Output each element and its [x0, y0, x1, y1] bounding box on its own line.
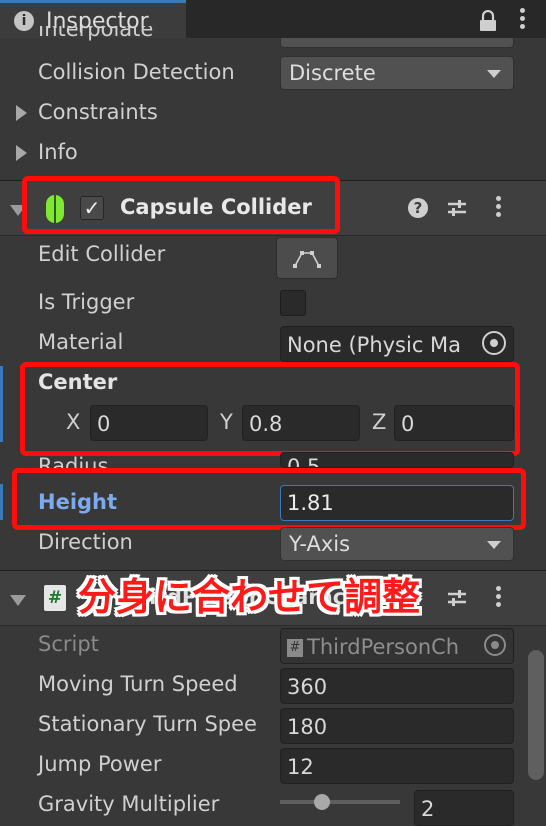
- csharp-script-icon: #: [44, 585, 66, 611]
- chevron-down-icon: [487, 70, 501, 78]
- highlight-center: [20, 362, 520, 456]
- slider-handle[interactable]: [314, 794, 330, 810]
- moving-turn-speed-label: Moving Turn Speed: [38, 672, 238, 696]
- help-icon[interactable]: ?: [408, 198, 428, 218]
- stationary-turn-speed-label: Stationary Turn Spee: [38, 712, 257, 736]
- info-foldout[interactable]: Info: [38, 140, 78, 164]
- object-picker-icon: [484, 634, 506, 656]
- foldout-arrow-icon[interactable]: [16, 145, 27, 161]
- is-trigger-checkbox[interactable]: [280, 290, 306, 316]
- jump-power-field[interactable]: 12: [280, 748, 514, 784]
- collision-detection-label: Collision Detection: [38, 60, 235, 84]
- scrollbar-thumb[interactable]: [528, 650, 544, 780]
- script-field: # ThirdPersonCh: [280, 628, 514, 664]
- highlight-capsule-collider: [22, 176, 340, 234]
- interpolate-dropdown[interactable]: [280, 38, 514, 48]
- gravity-multiplier-slider[interactable]: [280, 794, 400, 810]
- material-field[interactable]: None (Physic Ma: [280, 326, 514, 362]
- object-picker-icon[interactable]: [482, 331, 506, 355]
- preset-sliders-icon[interactable]: [446, 587, 468, 609]
- csharp-script-icon: #: [287, 639, 303, 657]
- collision-detection-value: Discrete: [289, 61, 376, 85]
- interpolate-label: Interpolate: [38, 26, 154, 41]
- component-menu-icon[interactable]: [494, 586, 501, 610]
- direction-value: Y-Axis: [289, 532, 351, 556]
- script-label: Script: [38, 632, 99, 656]
- kebab-menu-icon[interactable]: [518, 8, 528, 34]
- modified-indicator: [0, 366, 3, 442]
- component-menu-icon[interactable]: [494, 196, 501, 220]
- direction-label: Direction: [38, 530, 133, 554]
- collapse-arrow-icon[interactable]: [10, 595, 26, 606]
- stationary-turn-speed-field[interactable]: 180: [280, 708, 514, 744]
- annotation-text: 分身に合わせて調整: [78, 575, 421, 619]
- edit-bounds-icon: [293, 251, 321, 268]
- moving-turn-speed-field[interactable]: 360: [280, 668, 514, 704]
- highlight-height: [12, 468, 526, 530]
- chevron-down-icon: [487, 541, 501, 549]
- gravity-multiplier-field[interactable]: 2: [414, 790, 514, 826]
- radius-field[interactable]: 0.5: [280, 452, 514, 468]
- constraints-foldout[interactable]: Constraints: [38, 100, 158, 124]
- info-icon: i: [14, 11, 34, 31]
- material-value: None (Physic Ma: [287, 333, 462, 357]
- direction-dropdown[interactable]: Y-Axis: [280, 527, 514, 561]
- foldout-arrow-icon[interactable]: [16, 105, 27, 121]
- preset-sliders-icon[interactable]: [446, 197, 468, 219]
- jump-power-label: Jump Power: [38, 752, 162, 776]
- edit-collider-label: Edit Collider: [38, 242, 166, 266]
- radius-label: Radius: [38, 454, 109, 468]
- gravity-multiplier-label: Gravity Multiplier: [38, 792, 220, 816]
- material-label: Material: [38, 330, 124, 354]
- collision-detection-dropdown[interactable]: Discrete: [280, 56, 514, 90]
- modified-indicator: [0, 484, 3, 520]
- is-trigger-label: Is Trigger: [38, 290, 135, 314]
- edit-collider-button[interactable]: [276, 237, 338, 279]
- lock-icon[interactable]: [478, 9, 498, 32]
